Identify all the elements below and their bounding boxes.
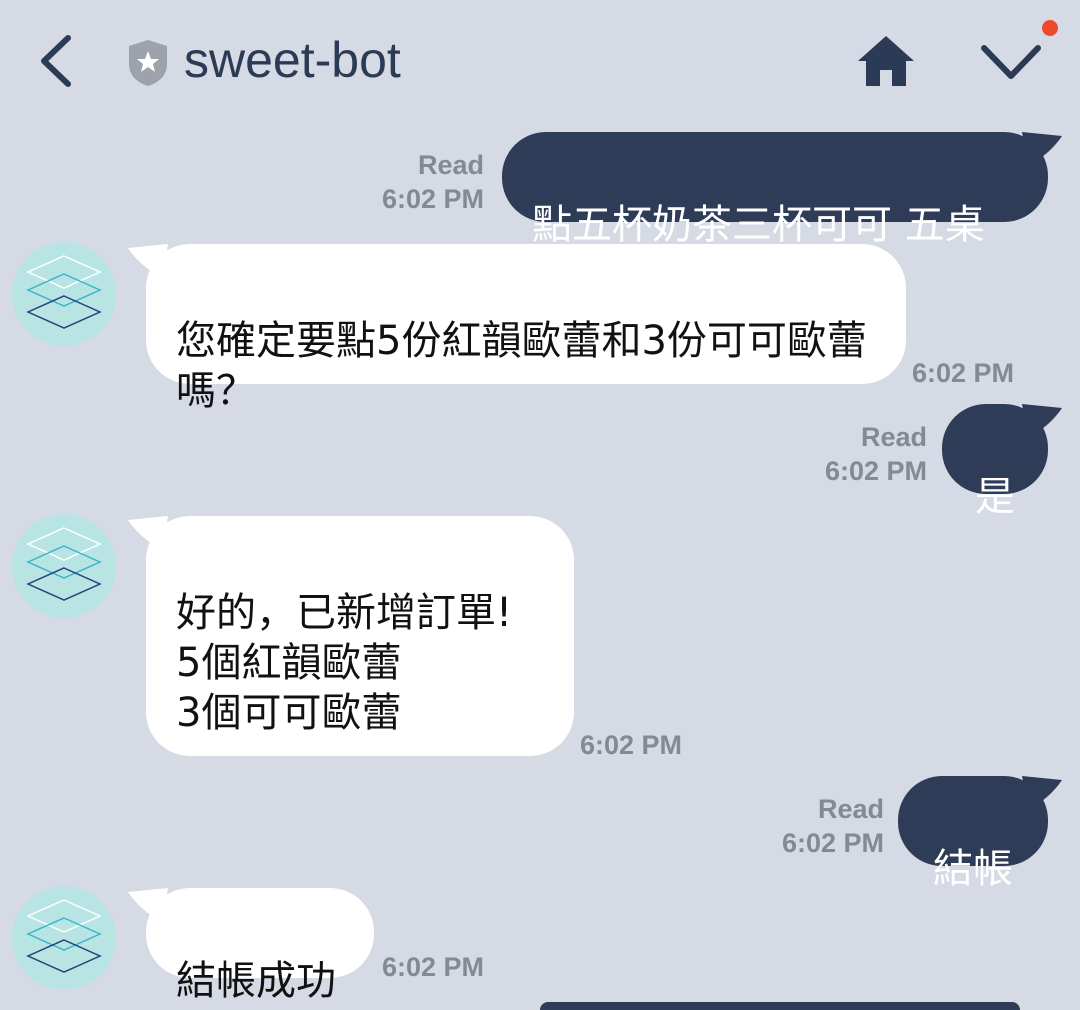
message-time: 6:02 PM bbox=[580, 730, 683, 760]
chat-header: sweet-bot bbox=[0, 0, 1080, 120]
back-chevron-icon[interactable] bbox=[30, 30, 86, 92]
read-receipt: Read bbox=[817, 794, 884, 824]
message-time: 6:02 PM bbox=[381, 184, 484, 214]
message-text: 是 bbox=[975, 474, 1015, 520]
message-text: 好的，已新增訂單! 5個紅韻歐蕾 3個可可歐蕾 bbox=[176, 590, 513, 736]
message-text: 點五杯奶茶三杯可可 五桌 bbox=[532, 202, 985, 248]
message-time: 6:02 PM bbox=[781, 828, 884, 858]
message-text: 結帳成功 bbox=[176, 958, 336, 1004]
chat-title: sweet-bot bbox=[184, 32, 401, 88]
notification-dot bbox=[1042, 20, 1058, 36]
bot-avatar[interactable] bbox=[12, 886, 116, 990]
message-time: 6:02 PM bbox=[824, 456, 927, 486]
chevron-down-icon[interactable] bbox=[978, 36, 1044, 86]
message-time: 6:02 PM bbox=[382, 952, 485, 982]
message-bubble-outgoing[interactable]: 點五杯奶茶三杯可可 五桌 bbox=[502, 132, 1048, 248]
bubble-tail bbox=[1022, 132, 1062, 166]
message-text: 您確定要點5份紅韻歐蕾和3份可可歐蕾嗎？ bbox=[176, 318, 867, 414]
bubble-tail bbox=[1022, 404, 1062, 438]
bot-avatar[interactable] bbox=[12, 242, 116, 346]
bot-avatar[interactable] bbox=[12, 514, 116, 618]
message-text: 結帳 bbox=[933, 846, 1013, 892]
next-message-bubble-edge bbox=[540, 1002, 1020, 1010]
message-bubble-incoming[interactable]: 您確定要點5份紅韻歐蕾和3份可可歐蕾嗎？ bbox=[146, 244, 906, 414]
home-icon[interactable] bbox=[856, 34, 916, 88]
message-bubble-incoming[interactable]: 結帳成功 bbox=[146, 888, 374, 1004]
read-receipt: Read bbox=[860, 422, 927, 452]
shield-star-icon bbox=[129, 40, 167, 86]
read-receipt: Read bbox=[417, 150, 484, 180]
message-time: 6:02 PM bbox=[912, 358, 1015, 388]
bubble-tail bbox=[1022, 776, 1062, 810]
message-status: Read 6:02 PM bbox=[782, 792, 884, 860]
message-status: Read 6:02 PM bbox=[382, 148, 484, 216]
message-status: Read 6:02 PM bbox=[825, 420, 927, 488]
message-bubble-incoming[interactable]: 好的，已新增訂單! 5個紅韻歐蕾 3個可可歐蕾 bbox=[146, 516, 574, 756]
